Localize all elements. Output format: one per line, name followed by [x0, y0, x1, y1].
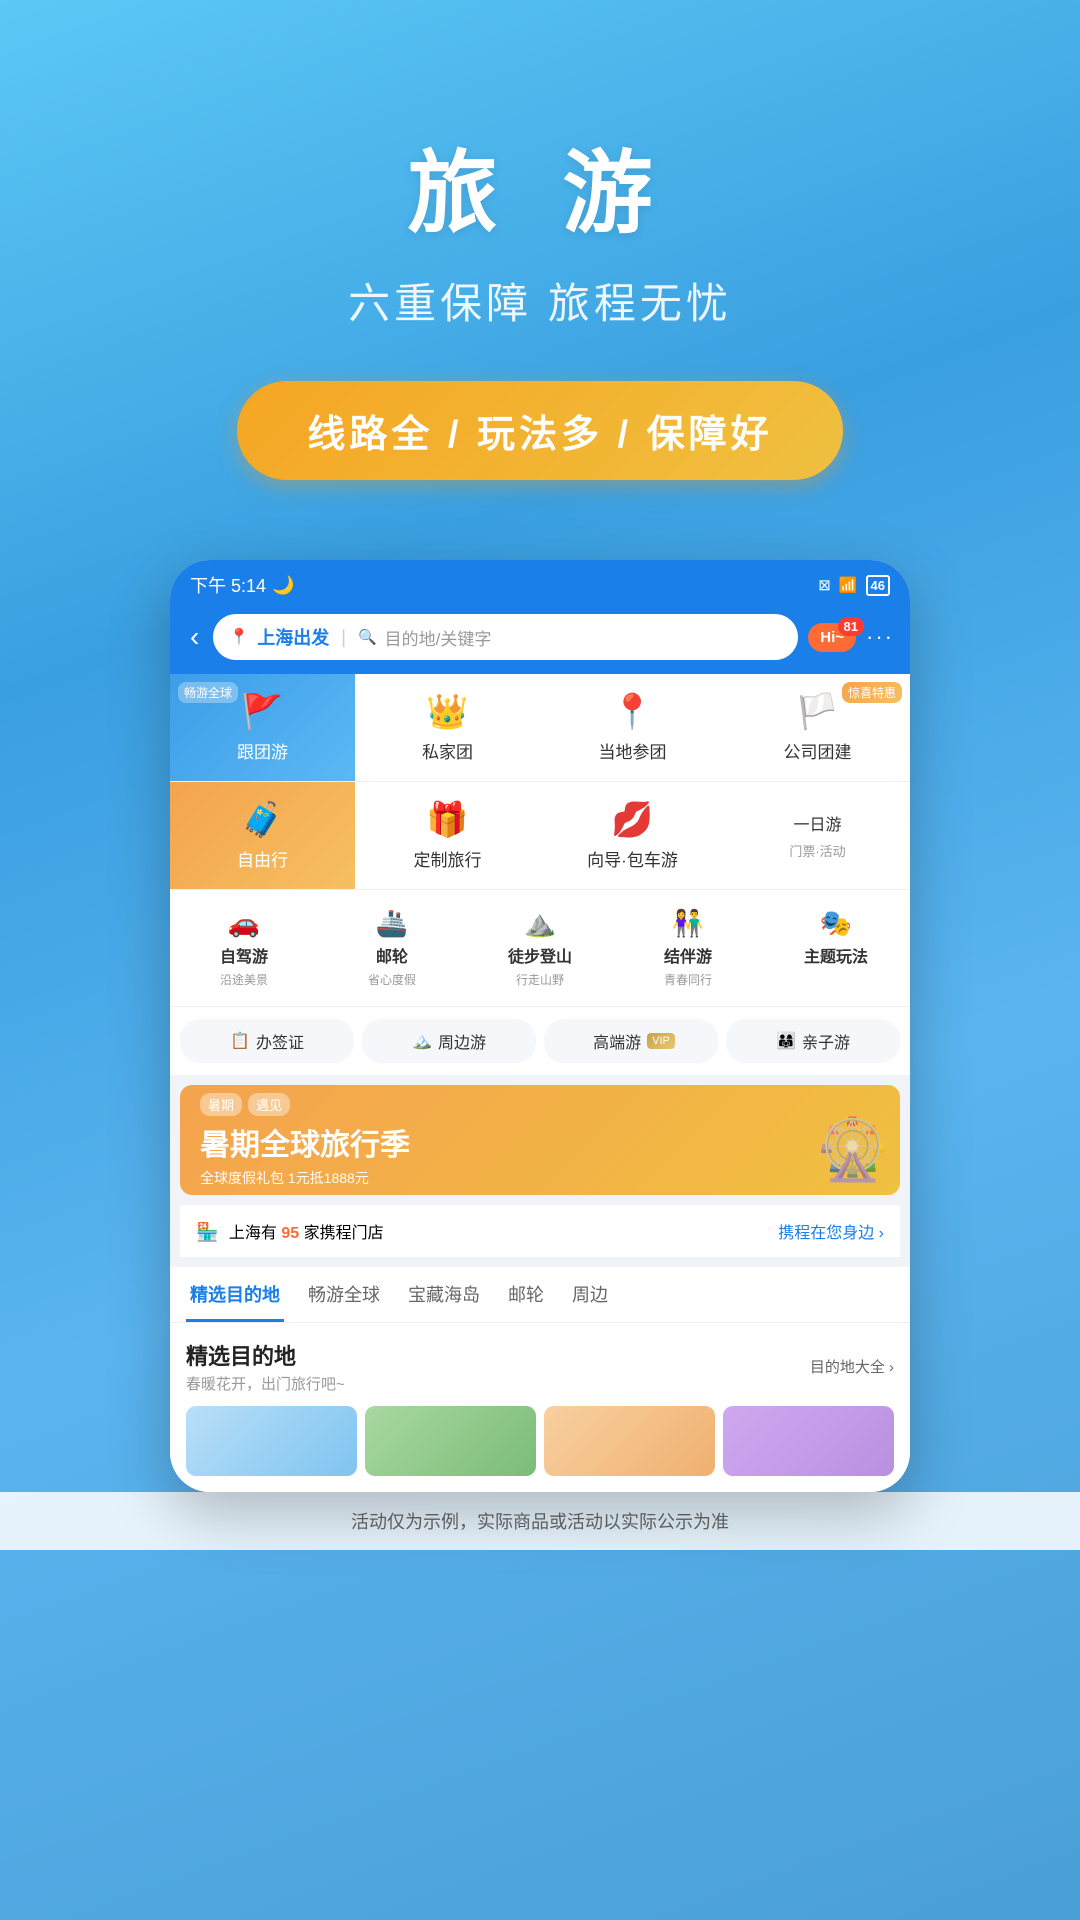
service-company-tour[interactable]: 惊喜特惠 🏳️ 公司团建 [725, 674, 910, 781]
hi-button[interactable]: Hi~ 81 [808, 623, 856, 652]
dest-image-3[interactable] [544, 1406, 715, 1476]
store-text: 🏪 上海有 95 家携程门店 [196, 1219, 384, 1243]
tab-cruise[interactable]: 邮轮 [504, 1267, 548, 1322]
service-local-tour[interactable]: 📍 当地参团 [540, 674, 725, 781]
phone-container: 下午 5:14 🌙 ⊠ 📶 46 ‹ 📍 上海出发 | 🔍 目的地/关键字 [0, 540, 1080, 1492]
back-button[interactable]: ‹ [186, 617, 203, 657]
status-time: 下午 5:14 [190, 572, 266, 598]
custom-travel-icon: 🎁 [426, 800, 468, 840]
status-right: ⊠ 📶 46 [818, 575, 890, 596]
banner-decoration: 🎡 [815, 1114, 890, 1185]
service-grid-row1: 畅游全球 🚩 跟团游 👑 私家团 📍 当地参团 惊喜特惠 🏳️ 公司团建 [170, 674, 910, 781]
hero-subtitle: 六重保障 旅程无忧 [40, 270, 1040, 331]
notification-badge: 81 [838, 617, 864, 636]
app-header: ‹ 📍 上海出发 | 🔍 目的地/关键字 Hi~ 81 ··· [170, 604, 910, 674]
more-button[interactable]: ··· [866, 624, 894, 650]
phone-mockup: 下午 5:14 🌙 ⊠ 📶 46 ‹ 📍 上海出发 | 🔍 目的地/关键字 [170, 560, 910, 1492]
tab-nearby[interactable]: 周边 [568, 1267, 612, 1322]
service-travel-buddy[interactable]: 👫 结伴游 青春同行 [614, 900, 762, 996]
service-row3: 🚗 自驾游 沿途美景 🚢 邮轮 省心度假 ⛰️ 徒步登山 行走山野 👫 结伴游 [170, 889, 910, 1006]
service-badge-blue: 畅游全球 [178, 682, 238, 703]
destination-section: 精选目的地 春暖花开，出门旅行吧~ 目的地大全 › [170, 1323, 910, 1492]
dest-image-1[interactable] [186, 1406, 357, 1476]
service-grid-row2: 🧳 自由行 🎁 定制旅行 💋 向导·包车游 一日游 门票·活动 [170, 781, 910, 889]
group-tour-icon: 🚩 [241, 692, 283, 732]
hero-badge[interactable]: 线路全 / 玩法多 / 保障好 [237, 381, 842, 480]
hiking-icon: ⛰️ [524, 908, 556, 939]
destination-title: 精选目的地 [186, 1339, 345, 1371]
service-free-travel[interactable]: 🧳 自由行 [170, 782, 355, 889]
destination-images [186, 1406, 894, 1476]
vip-badge: VIP [647, 1033, 675, 1049]
banner-text: 暑期 遇见 暑期全球旅行季 全球度假礼包 1元抵1888元 [200, 1093, 410, 1188]
company-tour-icon: 🏳️ [796, 692, 838, 732]
hero-title: 旅 游 [40, 120, 1040, 250]
disclaimer: 活动仅为示例，实际商品或活动以实际公示为准 [0, 1492, 1080, 1550]
service-day-tickets[interactable]: 一日游 门票·活动 [725, 782, 910, 889]
destination-info: 精选目的地 春暖花开，出门旅行吧~ [186, 1339, 345, 1394]
search-divider: | [341, 627, 346, 648]
status-left: 下午 5:14 🌙 [190, 572, 294, 598]
tab-global-travel[interactable]: 畅游全球 [304, 1267, 384, 1322]
free-travel-icon: 🧳 [241, 800, 283, 840]
guide-car-icon: 💋 [611, 800, 653, 840]
tab-bar: 精选目的地 畅游全球 宝藏海岛 邮轮 周边 [170, 1267, 910, 1323]
search-placeholder-text: 目的地/关键字 [385, 625, 492, 650]
dest-image-2[interactable] [365, 1406, 536, 1476]
self-drive-icon: 🚗 [228, 908, 260, 939]
hero-section: 旅 游 六重保障 旅程无忧 线路全 / 玩法多 / 保障好 [0, 0, 1080, 540]
promo-banner[interactable]: 暑期 遇见 暑期全球旅行季 全球度假礼包 1元抵1888元 🎡 [180, 1085, 900, 1195]
dest-image-4[interactable] [723, 1406, 894, 1476]
header-icons: Hi~ 81 ··· [808, 623, 894, 652]
location-icon: 📍 [229, 627, 249, 647]
visa-icon: 📋 [230, 1031, 250, 1051]
battery-icon: 46 [866, 575, 890, 596]
theme-play-icon: 🎭 [820, 908, 852, 939]
store-count: 95 [281, 1225, 299, 1242]
departure-city: 上海出发 [257, 624, 329, 650]
app-content: 畅游全球 🚩 跟团游 👑 私家团 📍 当地参团 惊喜特惠 🏳️ 公司团建 [170, 674, 910, 1492]
wifi-icon: 📶 [839, 576, 858, 594]
tab-island[interactable]: 宝藏海岛 [404, 1267, 484, 1322]
service-guide-car[interactable]: 💋 向导·包车游 [540, 782, 725, 889]
service-hiking[interactable]: ⛰️ 徒步登山 行走山野 [466, 900, 614, 996]
service-self-drive[interactable]: 🚗 自驾游 沿途美景 [170, 900, 318, 996]
local-tour-icon: 📍 [611, 692, 653, 732]
service-nearby[interactable]: 🏔️ 周边游 [362, 1019, 536, 1063]
search-icon: 🔍 [358, 628, 377, 646]
store-icon: 🏪 [196, 1222, 218, 1242]
service-luxury[interactable]: 高端游 VIP [544, 1019, 718, 1063]
banner-title: 暑期全球旅行季 [200, 1120, 410, 1164]
service-visa[interactable]: 📋 办签证 [180, 1019, 354, 1063]
family-icon: 👨‍👩‍👧 [776, 1031, 796, 1051]
destination-subtitle: 春暖花开，出门旅行吧~ [186, 1373, 345, 1394]
screen-record-icon: ⊠ [818, 576, 831, 594]
tab-selected-destinations[interactable]: 精选目的地 [186, 1267, 284, 1322]
store-info: 🏪 上海有 95 家携程门店 携程在您身边 › [180, 1205, 900, 1257]
destination-header: 精选目的地 春暖花开，出门旅行吧~ 目的地大全 › [186, 1339, 894, 1394]
service-theme-play[interactable]: 🎭 主题玩法 [762, 900, 910, 996]
moon-icon: 🌙 [272, 575, 294, 596]
service-custom-travel[interactable]: 🎁 定制旅行 [355, 782, 540, 889]
banner-offer: 全球度假礼包 1元抵1888元 [200, 1168, 410, 1188]
search-bar[interactable]: 📍 上海出发 | 🔍 目的地/关键字 [213, 614, 798, 660]
service-group-tour[interactable]: 畅游全球 🚩 跟团游 [170, 674, 355, 781]
destination-all-link[interactable]: 目的地大全 › [810, 1356, 894, 1377]
nearby-icon: 🏔️ [412, 1031, 432, 1051]
service-cruise[interactable]: 🚢 邮轮 省心度假 [318, 900, 466, 996]
banner-tag1: 暑期 [200, 1093, 242, 1116]
cruise-icon: 🚢 [376, 908, 408, 939]
service-private-tour[interactable]: 👑 私家团 [355, 674, 540, 781]
status-bar: 下午 5:14 🌙 ⊠ 📶 46 [170, 560, 910, 604]
banner-tag2: 遇见 [248, 1093, 290, 1116]
store-link[interactable]: 携程在您身边 › [778, 1219, 884, 1243]
travel-buddy-icon: 👫 [672, 908, 704, 939]
service-badge-orange: 惊喜特惠 [842, 682, 902, 703]
service-row4: 📋 办签证 🏔️ 周边游 高端游 VIP 👨‍👩‍👧 亲子游 [170, 1006, 910, 1075]
service-family[interactable]: 👨‍👩‍👧 亲子游 [726, 1019, 900, 1063]
private-tour-icon: 👑 [426, 692, 468, 732]
